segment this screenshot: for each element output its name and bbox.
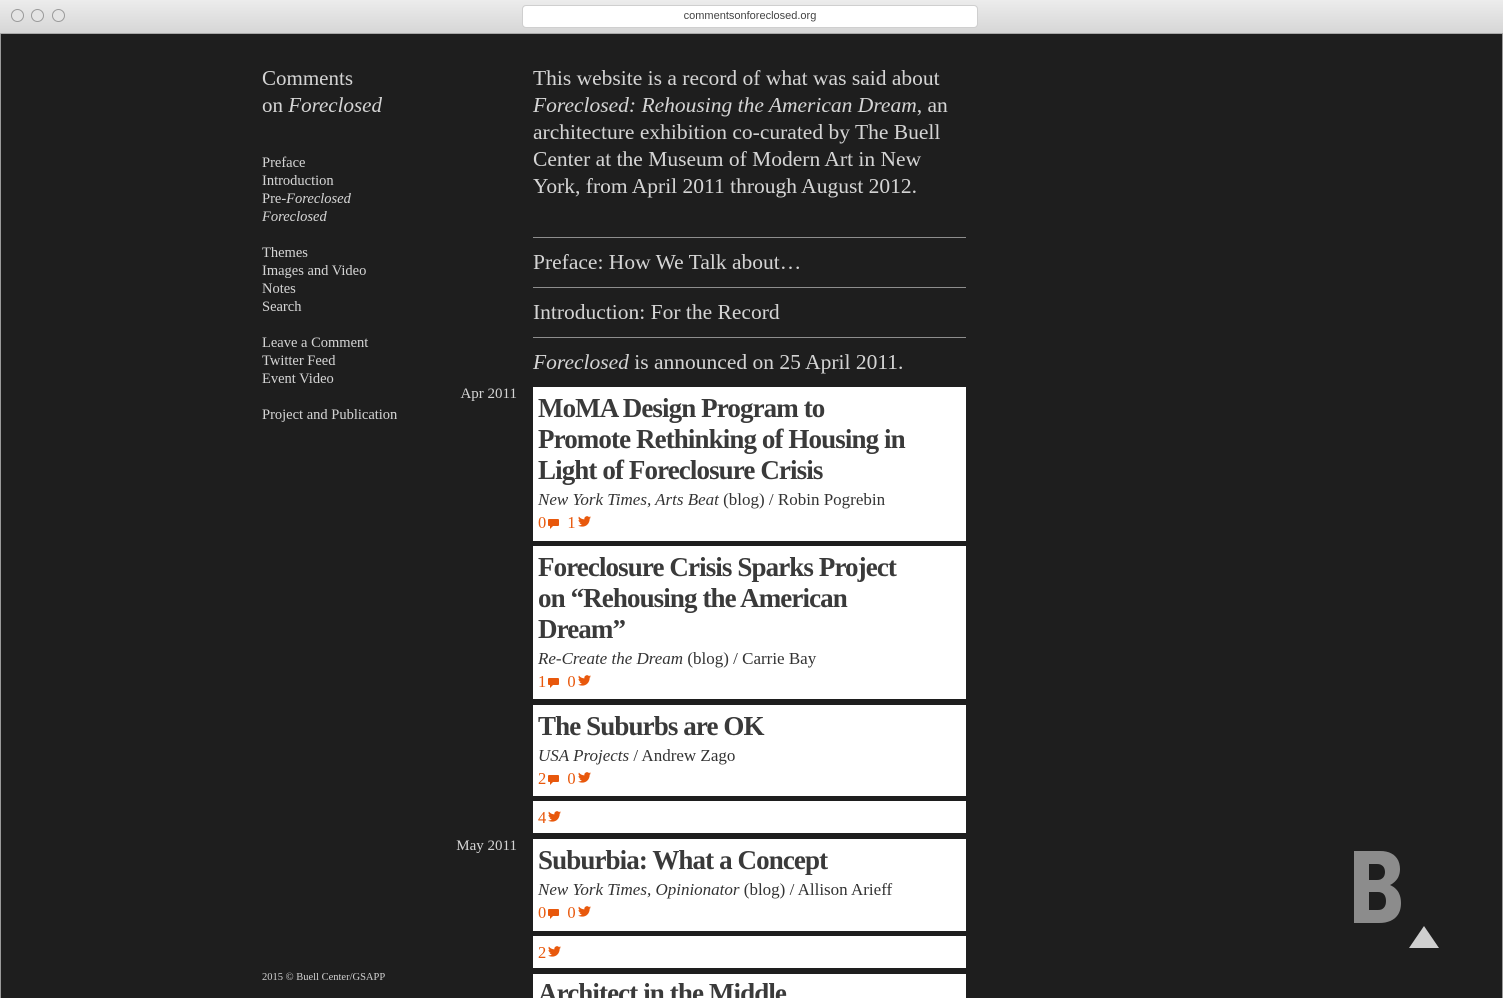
entry-counts: 4 <box>538 806 961 829</box>
comment-count[interactable]: 0 <box>538 512 546 534</box>
entry-counts: 2 0 <box>538 767 961 790</box>
nav-event-video[interactable]: Event Video <box>262 370 368 388</box>
entry-source-publication: Re-Create the Dream <box>538 649 684 668</box>
tweet-only-entry[interactable]: 4 <box>533 801 966 833</box>
nav-pre-prefix: Pre- <box>262 191 287 207</box>
entry-source: USA Projects / Andrew Zago <box>538 745 961 767</box>
tweet-only-entry[interactable]: 2 <box>533 936 966 968</box>
nav-group-participate: Leave a Comment Twitter Feed Event Video <box>262 334 368 388</box>
tweet-count[interactable]: 4 <box>538 807 546 829</box>
nav-notes[interactable]: Notes <box>262 280 366 298</box>
entry-title[interactable]: Architect in the Middle <box>538 978 961 998</box>
nav-themes[interactable]: Themes <box>262 244 366 262</box>
announcement-em: Foreclosed <box>533 350 629 374</box>
site-title-line2: on Foreclosed <box>262 92 382 119</box>
comment-icon[interactable] <box>548 908 560 919</box>
nav-images-and-video[interactable]: Images and Video <box>262 262 366 280</box>
twitter-bird-icon[interactable] <box>548 946 562 957</box>
minimize-window-button[interactable] <box>31 9 44 22</box>
footer-copyright: 2015 © Buell Center/GSAPP <box>262 972 386 983</box>
nav-group-browse: Themes Images and Video Notes Search <box>262 244 366 316</box>
window-border-left <box>0 34 1 998</box>
tweet-count[interactable]: 0 <box>567 902 575 924</box>
nav-twitter-feed[interactable]: Twitter Feed <box>262 352 368 370</box>
site-title-line1: Comments <box>262 66 354 90</box>
date-label-may-2011: May 2011 <box>456 838 517 854</box>
entry-counts: 2 <box>538 941 961 964</box>
announcement-rest: is announced on 25 April 2011. <box>628 350 904 374</box>
announcement-text: Foreclosed is announced on 25 April 2011… <box>533 349 903 376</box>
entry-source-publication: New York Times, Arts Beat <box>538 490 719 509</box>
comment-icon[interactable] <box>548 677 560 688</box>
entry-card[interactable]: MoMA Design Program to Promote Rethinkin… <box>533 387 966 541</box>
nav-group-contents: Preface Introduction Pre-Foreclosed Fore… <box>262 154 351 226</box>
buell-b-logo[interactable] <box>1352 849 1402 925</box>
nav-group-project: Project and Publication <box>262 406 397 424</box>
back-to-top-icon[interactable] <box>1409 926 1439 948</box>
nav-project-and-publication[interactable]: Project and Publication <box>262 406 397 424</box>
entry-card[interactable]: Architect in the Middle <box>533 974 966 998</box>
comment-count[interactable]: 1 <box>538 671 546 693</box>
entry-source: New York Times, Arts Beat (blog) / Robin… <box>538 489 961 511</box>
tweet-count[interactable]: 0 <box>567 671 575 693</box>
nav-pre-em: Foreclosed <box>286 191 351 207</box>
entry-source-author: / Andrew Zago <box>629 746 736 765</box>
tweet-count[interactable]: 0 <box>567 768 575 790</box>
entry-counts: 0 1 <box>538 511 961 534</box>
comment-count[interactable]: 2 <box>538 768 546 790</box>
intro-paragraph: This website is a record of what was sai… <box>533 65 966 200</box>
entry-counts: 0 0 <box>538 901 961 924</box>
site-title-prefix: on <box>262 93 289 117</box>
section-link-preface[interactable]: Preface: How We Talk about… <box>533 249 801 276</box>
address-bar[interactable]: commentsonforeclosed.org <box>522 5 978 28</box>
entry-source-publication: USA Projects <box>538 746 630 765</box>
twitter-bird-icon[interactable] <box>577 516 591 527</box>
nav-introduction[interactable]: Introduction <box>262 172 351 190</box>
tweet-count[interactable]: 2 <box>538 942 546 964</box>
entry-card[interactable]: Foreclosure Crisis Sparks Project on “Re… <box>533 546 966 699</box>
entry-title[interactable]: Foreclosure Crisis Sparks Project on “Re… <box>538 552 961 645</box>
twitter-bird-icon[interactable] <box>577 906 591 917</box>
nav-search[interactable]: Search <box>262 298 366 316</box>
entry-title[interactable]: The Suburbs are OK <box>538 711 961 742</box>
site-title[interactable]: Comments on Foreclosed <box>262 65 382 119</box>
section-link-introduction[interactable]: Introduction: For the Record <box>533 299 780 326</box>
nav-preface[interactable]: Preface <box>262 154 351 172</box>
entry-source: Re-Create the Dream (blog) / Carrie Bay <box>538 648 961 670</box>
entry-card[interactable]: Suburbia: What a Concept New York Times,… <box>533 839 966 931</box>
nav-leave-a-comment[interactable]: Leave a Comment <box>262 334 368 352</box>
comment-icon[interactable] <box>548 774 560 785</box>
twitter-bird-icon[interactable] <box>577 675 591 686</box>
entry-source-author: (blog) / Allison Arieff <box>739 880 893 899</box>
comment-icon[interactable] <box>548 518 560 529</box>
entry-title[interactable]: MoMA Design Program to Promote Rethinkin… <box>538 393 961 486</box>
entry-counts: 1 0 <box>538 670 961 693</box>
comment-count[interactable]: 0 <box>538 902 546 924</box>
intro-exhibition-title: Foreclosed: Rehousing the American Dream <box>533 93 917 117</box>
divider <box>533 337 966 338</box>
divider <box>533 237 966 238</box>
twitter-bird-icon[interactable] <box>577 772 591 783</box>
entry-card[interactable]: The Suburbs are OK USA Projects / Andrew… <box>533 705 966 796</box>
browser-toolbar: commentsonforeclosed.org <box>0 0 1503 34</box>
site-title-emphasis: Foreclosed <box>288 93 382 117</box>
divider <box>533 287 966 288</box>
zoom-window-button[interactable] <box>52 9 65 22</box>
entry-source-publication: New York Times, Opinionator <box>538 880 740 899</box>
intro-text-1: This website is a record of what was sai… <box>533 66 940 90</box>
date-label-apr-2011: Apr 2011 <box>460 386 517 402</box>
entry-source: New York Times, Opinionator (blog) / All… <box>538 879 961 901</box>
twitter-bird-icon[interactable] <box>548 811 562 822</box>
entry-source-author: (blog) / Robin Pogrebin <box>718 490 886 509</box>
nav-pre-foreclosed[interactable]: Pre-Foreclosed <box>262 190 351 208</box>
entry-source-author: (blog) / Carrie Bay <box>683 649 817 668</box>
tweet-count[interactable]: 1 <box>567 512 575 534</box>
nav-foreclosed-label: Foreclosed <box>262 209 327 225</box>
entry-title[interactable]: Suburbia: What a Concept <box>538 845 961 876</box>
close-window-button[interactable] <box>11 9 24 22</box>
nav-foreclosed[interactable]: Foreclosed <box>262 208 351 226</box>
